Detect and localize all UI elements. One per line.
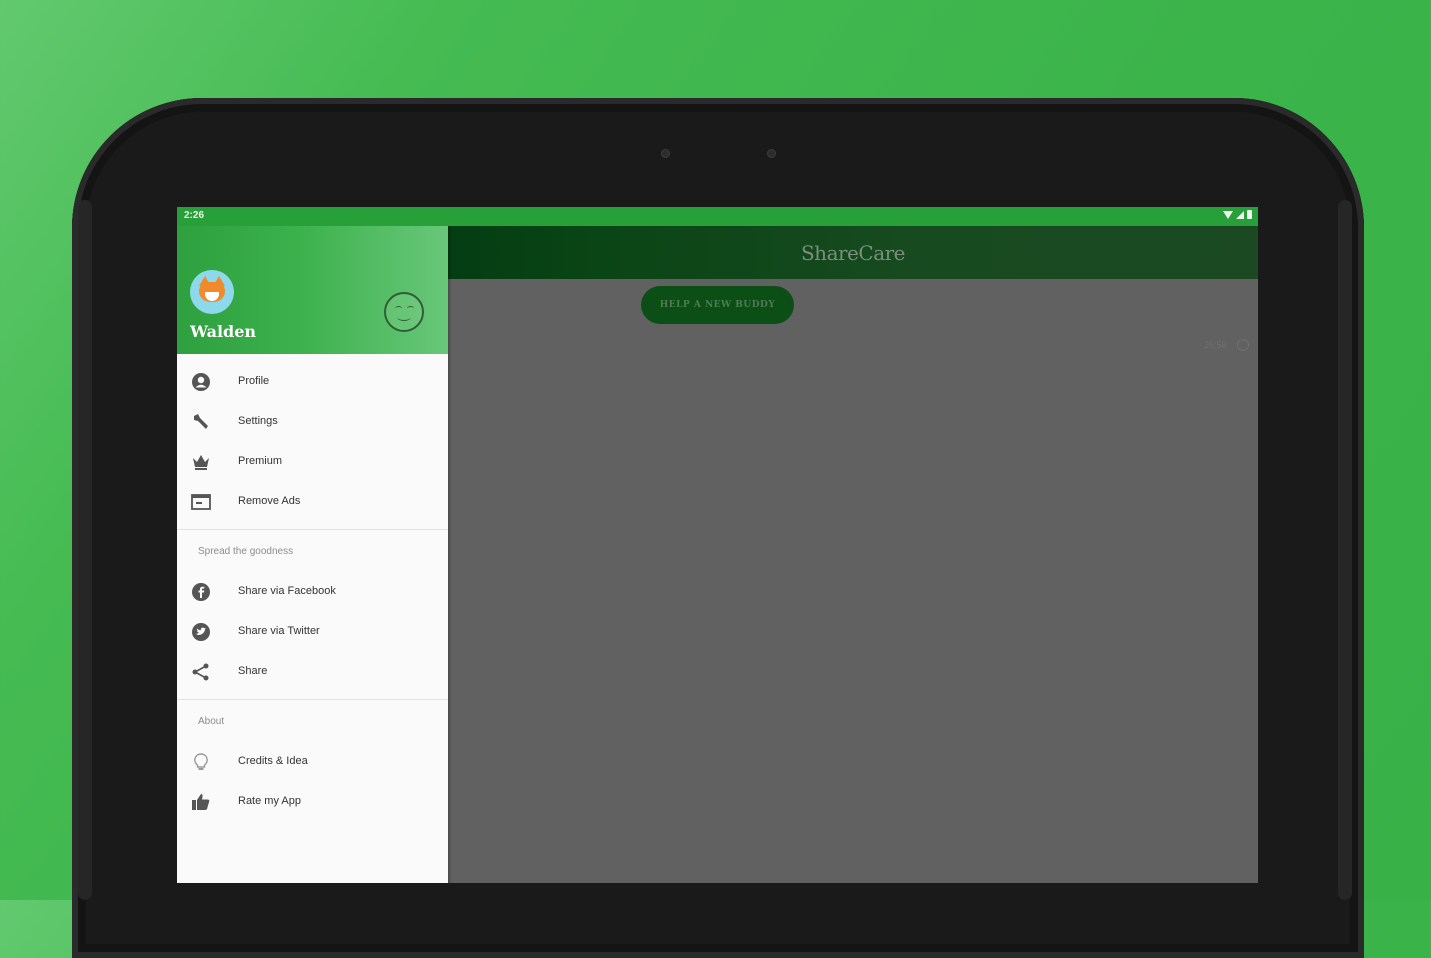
avatar[interactable]: [190, 270, 234, 314]
help-new-buddy-button[interactable]: HELP A NEW BUDDY: [641, 286, 794, 324]
facebook-icon: [192, 583, 210, 601]
navigation-drawer: Walden Profile Settings Premium Remove A…: [177, 226, 448, 883]
tablet-bezel-right: [1338, 200, 1352, 900]
front-sensor: [661, 149, 670, 158]
drawer-divider: [177, 699, 448, 700]
ad-remove-icon: [191, 494, 211, 510]
drawer-item-share-twitter[interactable]: Share via Twitter: [177, 612, 448, 652]
signal-icon: [1236, 210, 1244, 219]
drawer-item-label: Profile: [238, 375, 270, 387]
smiley-eye-right: [407, 306, 414, 311]
drawer-item-label: Share via Facebook: [238, 585, 336, 597]
mood-smiley-button[interactable]: [384, 292, 424, 332]
drawer-item-settings[interactable]: Settings: [177, 402, 448, 442]
smiley-mouth: [397, 313, 411, 321]
section-about: About: [198, 716, 225, 727]
drawer-shadow: [448, 226, 452, 883]
drawer-item-label: Share via Twitter: [238, 625, 320, 637]
tablet-bezel-left: [78, 200, 92, 900]
twitter-icon: [192, 623, 210, 641]
lightbulb-icon: [194, 753, 208, 770]
clock-icon: [1237, 339, 1249, 351]
app-bar: ShareCare: [448, 226, 1258, 279]
section-spread: Spread the goodness: [198, 546, 294, 557]
wrench-icon: [194, 414, 208, 429]
account-circle-icon: [192, 373, 210, 391]
user-name: Walden: [190, 322, 257, 341]
status-time: 2:26: [184, 210, 205, 221]
drawer-item-remove-ads[interactable]: Remove Ads: [177, 482, 448, 522]
share-icon: [192, 663, 209, 681]
drawer-item-label: Rate my App: [238, 795, 301, 807]
drawer-item-label: Remove Ads: [238, 495, 301, 507]
wifi-icon: [1223, 210, 1233, 219]
drawer-item-share-facebook[interactable]: Share via Facebook: [177, 572, 448, 612]
tablet-screen: 2:26 ShareCare HELP A NEW BUDDY 26:58 Wa…: [177, 207, 1258, 883]
thumbs-up-icon: [192, 794, 210, 810]
post-time: 26:58: [1204, 340, 1227, 350]
crown-icon: [193, 455, 209, 470]
drawer-item-rate[interactable]: Rate my App: [177, 782, 448, 822]
drawer-item-premium[interactable]: Premium: [177, 442, 448, 482]
drawer-header: Walden: [177, 226, 448, 354]
drawer-item-share[interactable]: Share: [177, 652, 448, 692]
drawer-item-profile[interactable]: Profile: [177, 362, 448, 402]
drawer-divider: [177, 529, 448, 530]
battery-icon: [1247, 210, 1252, 219]
smiley-eye-left: [395, 306, 402, 311]
drawer-item-label: Settings: [238, 415, 278, 427]
front-camera: [767, 149, 776, 158]
drawer-item-label: Credits & Idea: [238, 755, 308, 767]
app-title: ShareCare: [800, 241, 906, 265]
drawer-item-label: Share: [238, 665, 268, 677]
drawer-item-credits[interactable]: Credits & Idea: [177, 742, 448, 782]
drawer-item-label: Premium: [238, 455, 283, 467]
status-bar: 2:26: [177, 207, 1258, 226]
